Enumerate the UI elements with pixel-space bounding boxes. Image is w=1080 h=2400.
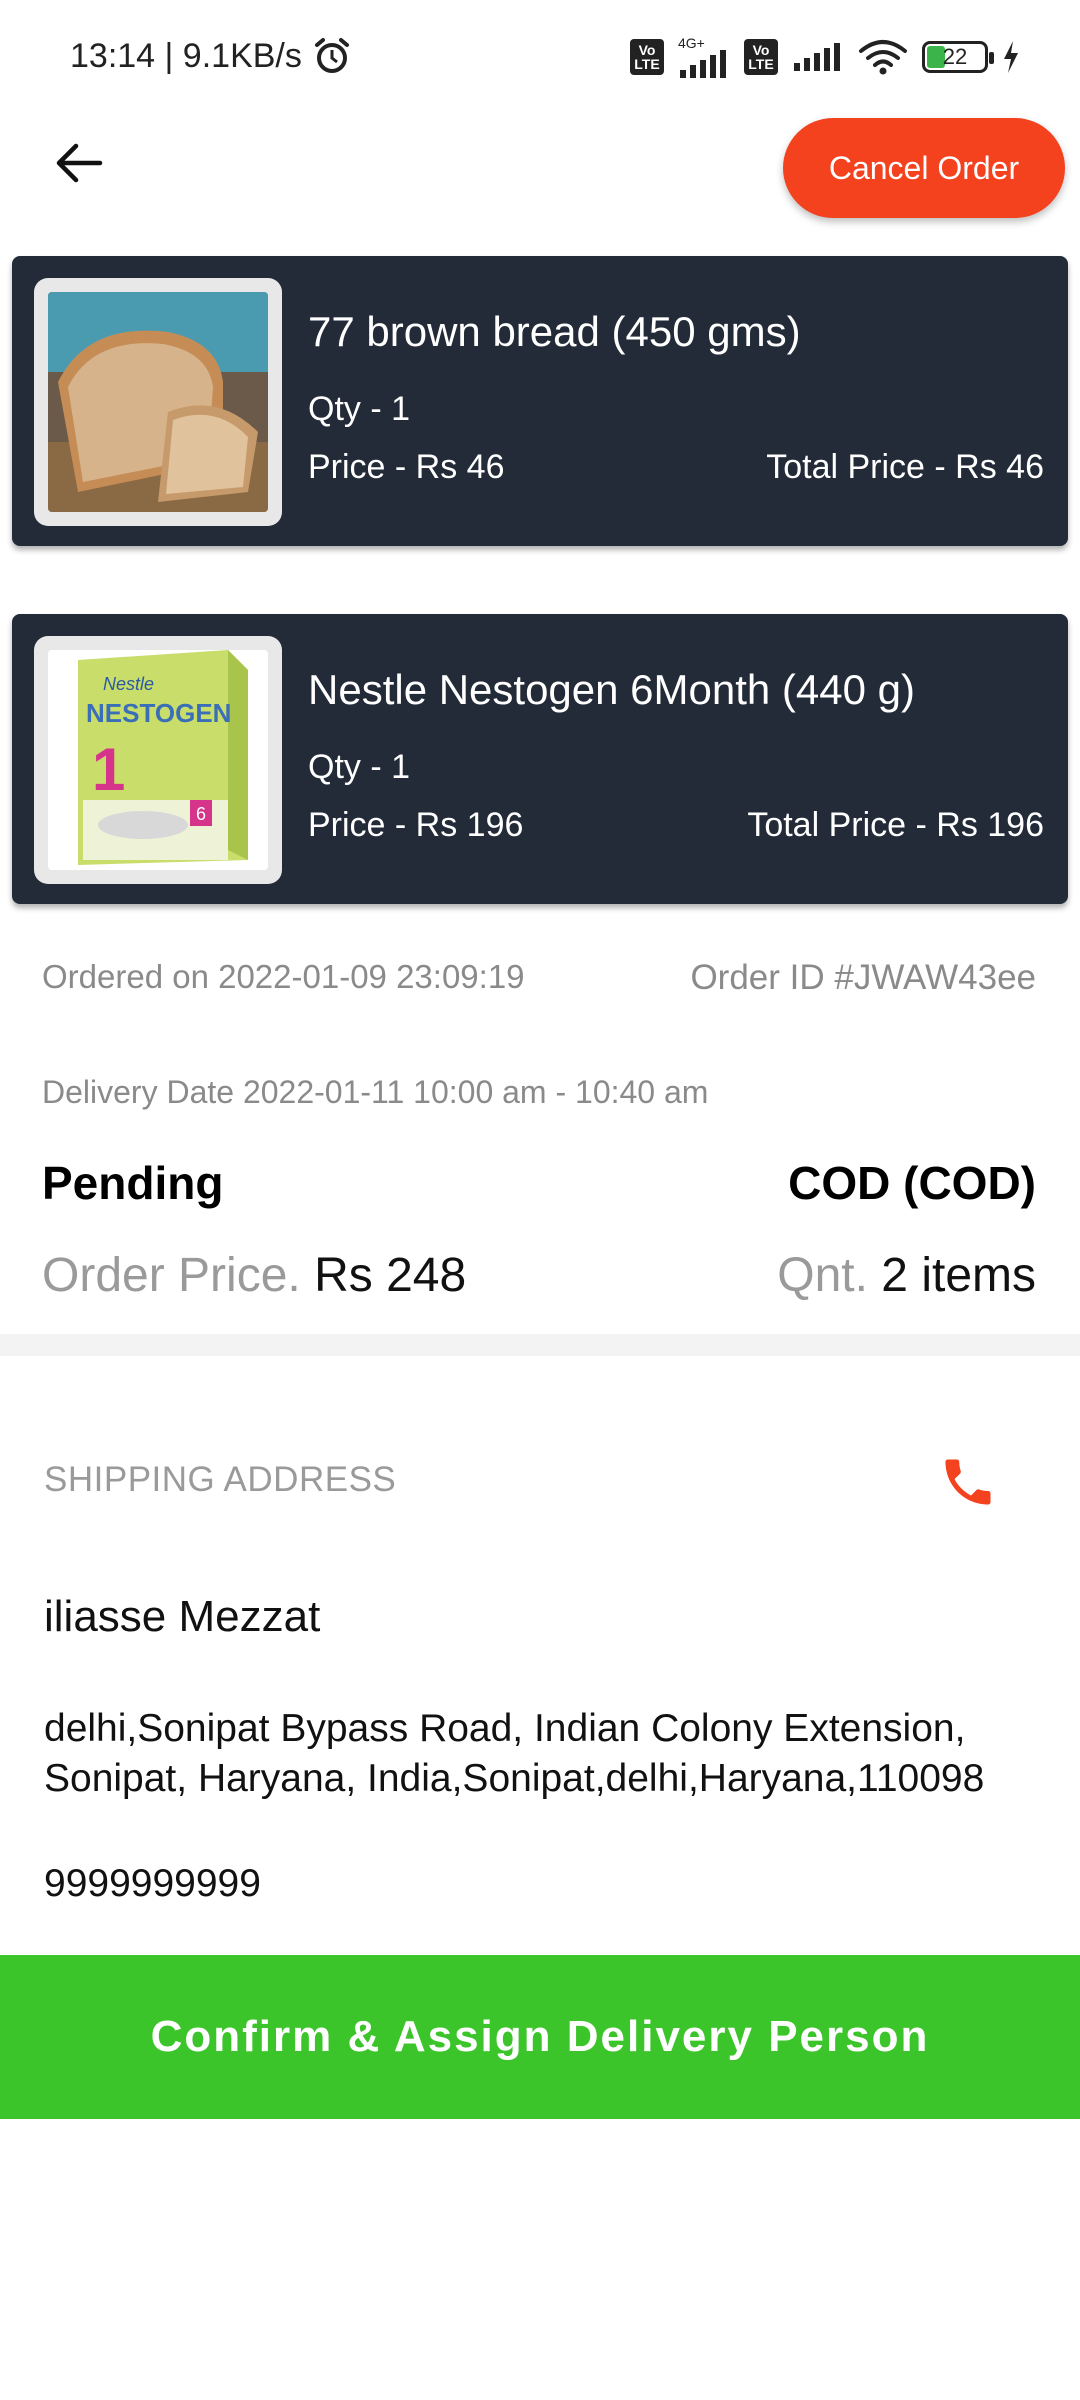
ordered-on: Ordered on 2022-01-09 23:09:19 <box>42 958 525 995</box>
volte-badge: Vo LTE <box>630 39 664 75</box>
shipping-address-label: SHIPPING ADDRESS <box>44 1460 397 1499</box>
status-right: Vo LTE 4G+ Vo LTE 22 <box>630 36 1020 78</box>
order-price-value: Rs 248 <box>314 1249 467 1302</box>
product-total: Total Price - Rs 46 <box>766 448 1044 486</box>
phone-icon <box>945 1459 991 1505</box>
brown-bread-image <box>48 292 268 512</box>
volte-badge-2: Vo LTE <box>744 39 778 75</box>
product-name: Nestle Nestogen 6Month (440 g) <box>308 666 916 713</box>
status-left: 13:14 | 9.1KB/s <box>70 36 352 76</box>
box-badge: 6 <box>196 804 206 824</box>
status-time: 13:14 | 9.1KB/s <box>70 36 302 75</box>
back-button[interactable] <box>44 128 114 198</box>
order-quantity: Qnt. 2 items <box>777 1248 1036 1303</box>
confirm-assign-button[interactable]: Confirm & Assign Delivery Person <box>0 1955 1080 2119</box>
section-divider <box>0 1334 1080 1356</box>
order-price: Order Price. Rs 248 <box>42 1248 466 1303</box>
alarm-icon <box>314 38 349 73</box>
product-thumbnail: Nestle NESTOGEN 1 6 <box>34 636 282 884</box>
call-button[interactable] <box>938 1452 998 1512</box>
battery-level: 22 <box>942 44 968 69</box>
cancel-order-button[interactable]: Cancel Order <box>783 118 1065 218</box>
product-qty: Qty - 1 <box>308 390 411 428</box>
product-qty: Qty - 1 <box>308 748 411 786</box>
payment-method: COD (COD) <box>788 1157 1036 1209</box>
box-title: NESTOGEN <box>86 698 231 728</box>
recipient-phone: 9999999999 <box>44 1862 261 1905</box>
product-price: Price - Rs 196 <box>308 806 524 844</box>
delivery-date: Delivery Date 2022-01-11 10:00 am - 10:4… <box>42 1074 709 1110</box>
product-card: Nestle NESTOGEN 1 6 Nestle Nestogen 6Mon… <box>12 614 1068 904</box>
quantity-label: Qnt. <box>777 1249 868 1302</box>
product-price: Price - Rs 46 <box>308 448 505 486</box>
recipient-address: delhi,Sonipat Bypass Road, Indian Colony… <box>44 1707 985 1800</box>
product-card: 77 brown bread (450 gms) Qty - 1 Price -… <box>12 256 1068 546</box>
order-id: Order ID #JWAW43ee <box>690 958 1036 997</box>
product-thumbnail <box>34 278 282 526</box>
signal-icon <box>680 50 726 78</box>
nestogen-box-image: Nestle NESTOGEN 1 6 <box>48 650 268 870</box>
product-total: Total Price - Rs 196 <box>747 806 1044 844</box>
charging-icon <box>1004 41 1018 73</box>
quantity-value: 2 items <box>881 1249 1036 1302</box>
signal-icon-2 <box>794 43 840 71</box>
order-status: Pending <box>42 1157 224 1209</box>
wifi-icon <box>859 40 907 75</box>
network-type: 4G+ <box>678 35 705 51</box>
arrow-left-icon <box>56 143 103 183</box>
product-name: 77 brown bread (450 gms) <box>308 308 801 355</box>
signal-1: 4G+ <box>678 36 730 78</box>
status-bar: 13:14 | 9.1KB/s Vo LTE 4G+ Vo LTE 22 <box>0 0 1080 118</box>
box-brand: Nestle <box>103 674 154 694</box>
battery-icon: 22 <box>922 41 994 73</box>
box-number: 1 <box>92 736 125 803</box>
order-price-label: Order Price. <box>42 1249 301 1302</box>
recipient-name: iliasse Mezzat <box>44 1592 321 1641</box>
